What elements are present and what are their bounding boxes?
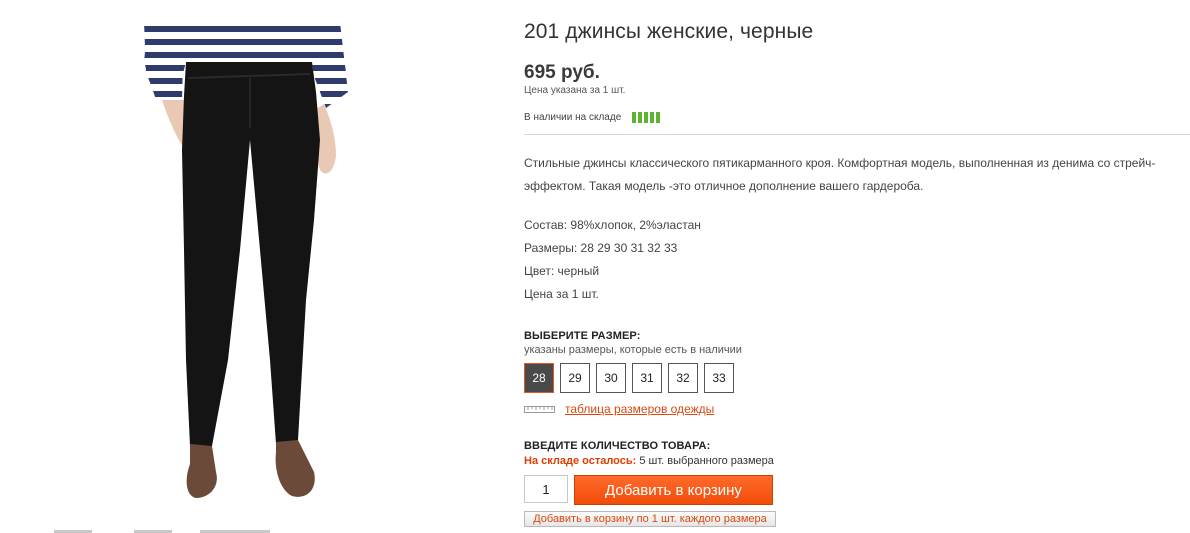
size-option[interactable]: 31 (632, 363, 662, 393)
spec-color: Цвет: черный (524, 264, 600, 278)
size-table-link[interactable]: таблица размеров одежды (524, 402, 714, 416)
stock-status: В наличии на складе (524, 110, 661, 124)
stock-bar (656, 111, 661, 123)
quantity-section-title: ВВЕДИТЕ КОЛИЧЕСТВО ТОВАРА: (524, 440, 711, 452)
size-option[interactable]: 33 (704, 363, 734, 393)
stock-left-note: На складе осталось: 5 шт. выбранного раз… (524, 455, 774, 467)
stock-label: В наличии на складе (524, 111, 622, 123)
stock-bar (638, 111, 643, 123)
price-note: Цена указана за 1 шт. (524, 85, 626, 96)
product-title: 201 джинсы женские, черные (524, 20, 814, 43)
product-page: 201 джинсы женские, черные 695 руб. Цена… (0, 0, 1190, 533)
stock-left-text: 5 шт. выбранного размера (639, 455, 774, 467)
add-each-size-button[interactable]: Добавить в корзину по 1 шт. каждого разм… (524, 511, 776, 527)
size-option[interactable]: 28 (524, 363, 554, 393)
size-option[interactable]: 30 (596, 363, 626, 393)
product-price: 695 руб. (524, 62, 600, 83)
spec-sizes: Размеры: 28 29 30 31 32 33 (524, 241, 678, 255)
stock-level-indicator (632, 111, 661, 123)
spec-composition: Состав: 98%хлопок, 2%эластан (524, 218, 701, 232)
spec-price-unit: Цена за 1 шт. (524, 287, 599, 301)
stock-bar (632, 111, 637, 123)
size-hint: указаны размеры, которые есть в наличии (524, 344, 742, 356)
size-options: 28 29 30 31 32 33 (524, 363, 734, 393)
quantity-input[interactable] (524, 475, 568, 503)
ruler-icon (524, 406, 555, 413)
add-to-cart-button[interactable]: Добавить в корзину (574, 475, 773, 505)
divider (524, 134, 1190, 135)
size-table-link-text[interactable]: таблица размеров одежды (565, 402, 714, 416)
product-description: Стильные джинсы классического пятикарман… (524, 156, 1156, 193)
size-section-title: ВЫБЕРИТЕ РАЗМЕР: (524, 330, 641, 342)
stock-left-label: На складе осталось: (524, 455, 637, 467)
size-option[interactable]: 32 (668, 363, 698, 393)
size-option[interactable]: 29 (560, 363, 590, 393)
stock-bar (644, 111, 649, 123)
product-photo[interactable] (100, 0, 400, 510)
stock-bar (650, 111, 655, 123)
